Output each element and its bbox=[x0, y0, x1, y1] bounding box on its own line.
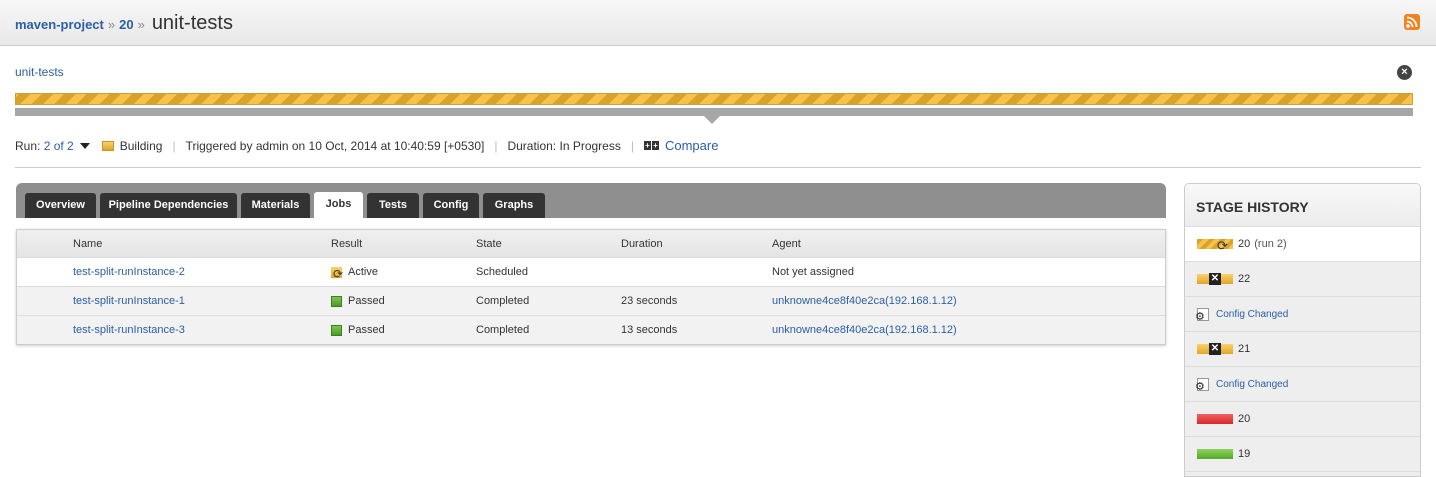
table-row: test-split-runInstance-3 Passed Complete… bbox=[17, 315, 1165, 344]
triggered-by: Triggered by admin on 10 Oct, 2014 at 10… bbox=[185, 138, 485, 153]
stage-history-title: STAGE HISTORY bbox=[1185, 184, 1420, 227]
job-agent-link[interactable]: unknowne4ce8f40e2ca(192.168.1.12) bbox=[772, 295, 957, 307]
jobs-table: Name Result State Duration Agent test-sp… bbox=[16, 229, 1166, 345]
progress-pointer-icon bbox=[704, 116, 720, 124]
run-label: Run: bbox=[15, 138, 41, 153]
history-item[interactable]: ⟳ 20 (run 2) bbox=[1185, 227, 1420, 262]
history-item[interactable]: ✕ 22 bbox=[1185, 262, 1420, 297]
run-duration: Duration: In Progress bbox=[507, 138, 621, 153]
active-icon bbox=[331, 266, 343, 280]
history-item[interactable]: 19 bbox=[1185, 437, 1420, 472]
column-header-name[interactable]: Name bbox=[73, 230, 102, 257]
table-row: test-split-runInstance-1 Passed Complete… bbox=[17, 286, 1165, 315]
table-row: test-split-runInstance-2 Active Schedule… bbox=[17, 257, 1165, 286]
tab-graphs[interactable]: Graphs bbox=[483, 193, 545, 218]
job-result: Passed bbox=[348, 295, 385, 307]
run-status: Building bbox=[119, 138, 163, 153]
breadcrumb-pipeline-link[interactable]: maven-project bbox=[15, 17, 104, 32]
config-changed-link[interactable]: Config Changed bbox=[1216, 309, 1288, 320]
stage-progress-base bbox=[15, 108, 1413, 116]
tab-bar: Overview Pipeline Dependencies Materials… bbox=[16, 183, 1166, 218]
history-item[interactable]: 20 bbox=[1185, 402, 1420, 437]
job-state: Completed bbox=[476, 295, 530, 307]
job-result: Passed bbox=[348, 324, 385, 336]
history-item-run: (run 2) bbox=[1254, 238, 1287, 250]
run-info: Run: 2 of 2 Building | Triggered by admi… bbox=[15, 138, 718, 153]
job-name-link[interactable]: test-split-runInstance-2 bbox=[73, 266, 185, 278]
config-changed-icon: ⚙ bbox=[1195, 377, 1209, 392]
building-bar-icon: ⟳ bbox=[1197, 239, 1233, 252]
stage-name-link[interactable]: unit-tests bbox=[15, 65, 64, 79]
column-header-state[interactable]: State bbox=[476, 230, 502, 257]
run-selector[interactable]: 2 of 2 bbox=[44, 139, 74, 153]
job-agent: Not yet assigned bbox=[772, 266, 854, 278]
passed-bar-icon bbox=[1197, 449, 1233, 459]
page-title: unit-tests bbox=[151, 12, 233, 34]
stage-history-panel: STAGE HISTORY ⟳ 20 (run 2) ✕ 22 ⚙ Config… bbox=[1184, 183, 1421, 477]
passed-icon bbox=[331, 295, 342, 307]
table-header-row: Name Result State Duration Agent bbox=[17, 230, 1165, 257]
job-state: Completed bbox=[476, 324, 530, 336]
history-item-label: 20 bbox=[1238, 413, 1251, 425]
history-item[interactable]: ✕ 21 bbox=[1185, 332, 1420, 367]
tab-pipeline-dependencies[interactable]: Pipeline Dependencies bbox=[100, 193, 237, 218]
job-agent-link[interactable]: unknowne4ce8f40e2ca(192.168.1.12) bbox=[772, 324, 957, 336]
breadcrumb-separator: » bbox=[137, 17, 145, 32]
separator: | bbox=[172, 138, 176, 153]
config-changed-icon: ⚙ bbox=[1195, 307, 1209, 322]
tab-tests[interactable]: Tests bbox=[367, 193, 419, 218]
job-duration: 23 seconds bbox=[621, 295, 678, 307]
history-config-item[interactable]: ⚙ Config Changed bbox=[1185, 297, 1420, 332]
failed-bar-icon bbox=[1197, 414, 1233, 424]
stage-progress-bar bbox=[15, 93, 1413, 105]
job-name-link[interactable]: test-split-runInstance-3 bbox=[73, 324, 185, 336]
separator: | bbox=[494, 138, 498, 153]
building-status-icon bbox=[101, 140, 114, 151]
close-icon[interactable]: × bbox=[1397, 65, 1412, 80]
history-item-label: 19 bbox=[1238, 448, 1251, 460]
tab-jobs[interactable]: Jobs bbox=[314, 192, 363, 218]
breadcrumb: maven-project » 20 » unit-tests bbox=[15, 12, 233, 35]
divider bbox=[15, 167, 1421, 168]
cancelled-bar-icon: ✕ bbox=[1197, 343, 1233, 355]
history-config-item[interactable]: ⚙ Config Changed bbox=[1185, 367, 1420, 402]
tab-materials[interactable]: Materials bbox=[241, 193, 310, 218]
breadcrumb-separator: » bbox=[107, 17, 116, 32]
history-item-label: 22 bbox=[1238, 273, 1251, 285]
column-header-agent[interactable]: Agent bbox=[772, 230, 801, 257]
tab-config[interactable]: Config bbox=[423, 193, 479, 218]
history-item-label: 21 bbox=[1238, 343, 1251, 355]
compare-icon[interactable]: + + bbox=[643, 140, 660, 151]
config-changed-link[interactable]: Config Changed bbox=[1216, 379, 1288, 390]
column-header-duration[interactable]: Duration bbox=[621, 230, 663, 257]
job-duration: 13 seconds bbox=[621, 324, 678, 336]
rss-feed-icon[interactable] bbox=[1404, 14, 1420, 30]
passed-icon bbox=[331, 324, 342, 336]
column-header-result[interactable]: Result bbox=[331, 230, 362, 257]
job-name-link[interactable]: test-split-runInstance-1 bbox=[73, 295, 185, 307]
cancelled-bar-icon: ✕ bbox=[1197, 273, 1233, 285]
history-item-label: 20 bbox=[1238, 238, 1251, 250]
page-header: maven-project » 20 » unit-tests bbox=[0, 0, 1436, 46]
job-state: Scheduled bbox=[476, 266, 528, 278]
separator: | bbox=[630, 138, 634, 153]
breadcrumb-counter-link[interactable]: 20 bbox=[119, 17, 133, 32]
job-result: Active bbox=[348, 266, 378, 278]
tab-overview[interactable]: Overview bbox=[25, 193, 96, 218]
compare-link[interactable]: Compare bbox=[665, 138, 718, 153]
chevron-down-icon[interactable] bbox=[79, 142, 90, 149]
